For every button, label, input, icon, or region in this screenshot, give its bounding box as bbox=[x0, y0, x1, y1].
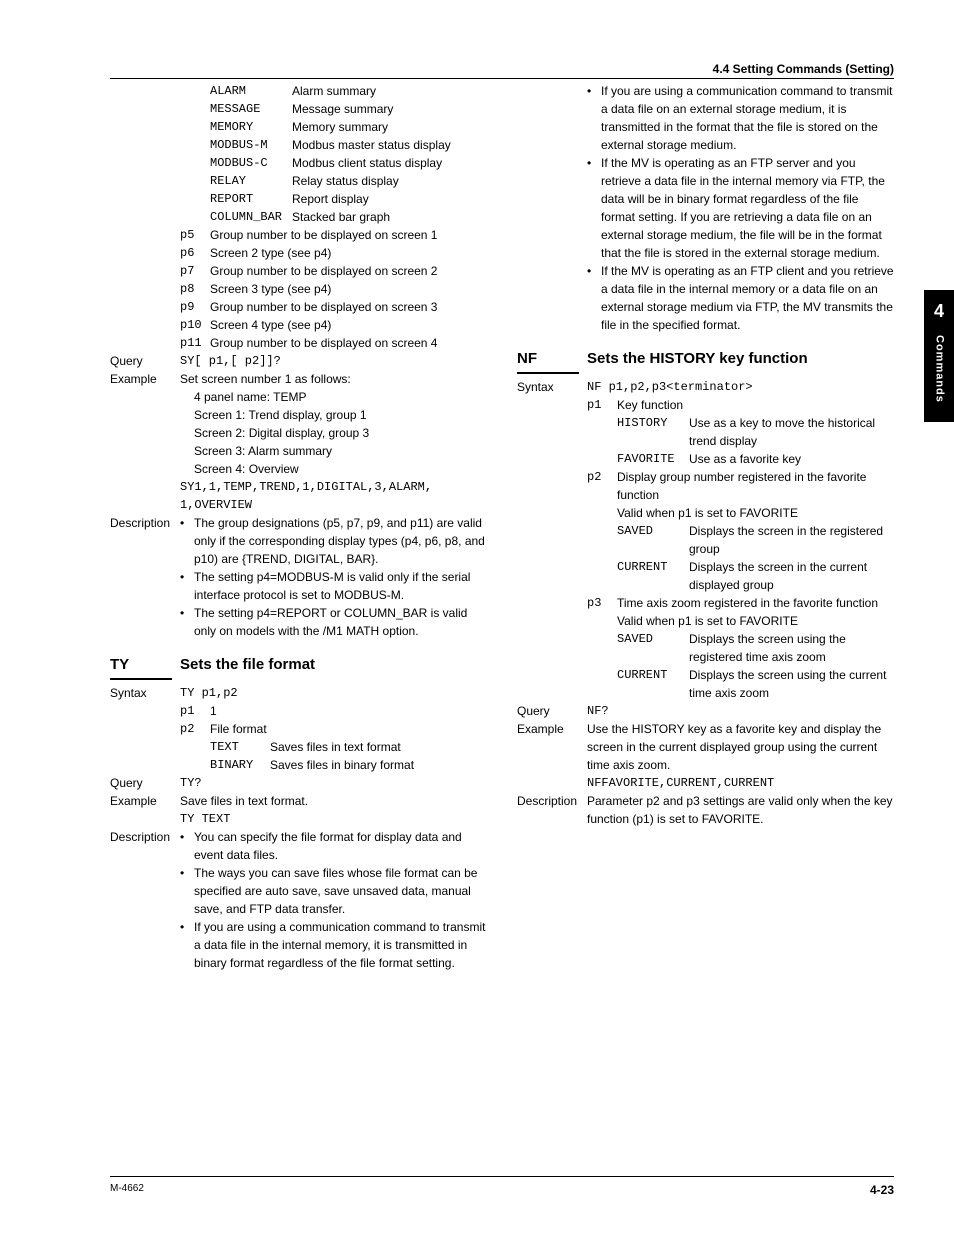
param-option: MODBUS-CModbus client status display bbox=[210, 154, 487, 172]
query-label: Query bbox=[517, 702, 587, 720]
param-option: REPORTReport display bbox=[210, 190, 487, 208]
syntax-label: Syntax bbox=[517, 378, 587, 702]
page: 4.4 Setting Commands (Setting) 4 Command… bbox=[0, 0, 954, 1235]
syntax-body: NF p1,p2,p3<terminator> p1Key function H… bbox=[587, 378, 894, 702]
param-row: p10Screen 4 type (see p4) bbox=[180, 316, 487, 334]
syntax-label: Syntax bbox=[110, 684, 180, 774]
param-row: p5Group number to be displayed on screen… bbox=[180, 226, 487, 244]
page-footer: M-4662 4-23 bbox=[110, 1176, 894, 1199]
example-body: Save files in text format. TY TEXT bbox=[180, 792, 487, 828]
doc-id: M-4662 bbox=[110, 1181, 144, 1199]
query-body: NF? bbox=[587, 702, 894, 720]
description-body: Parameter p2 and p3 settings are valid o… bbox=[587, 792, 894, 828]
continued-description: •If you are using a communication comman… bbox=[587, 82, 894, 334]
query-body: TY? bbox=[180, 774, 487, 792]
param-row: p6Screen 2 type (see p4) bbox=[180, 244, 487, 262]
example-label: Example bbox=[517, 720, 587, 792]
page-number: 4-23 bbox=[870, 1181, 894, 1199]
example-body: Use the HISTORY key as a favorite key an… bbox=[587, 720, 894, 792]
param-row: p9Group number to be displayed on screen… bbox=[180, 298, 487, 316]
param-option: ALARMAlarm summary bbox=[210, 82, 487, 100]
right-column: •If you are using a communication comman… bbox=[517, 82, 894, 1175]
example-label: Example bbox=[110, 792, 180, 828]
header-rule bbox=[110, 78, 894, 79]
syntax-body: TY p1,p2 p11 p2File format TEXTSaves fil… bbox=[180, 684, 487, 774]
param-option: COLUMN_BARStacked bar graph bbox=[210, 208, 487, 226]
param-row: p8Screen 3 type (see p4) bbox=[180, 280, 487, 298]
command-heading-nf: NF Sets the HISTORY key function bbox=[517, 348, 894, 374]
chapter-tab: 4 Commands bbox=[924, 290, 954, 422]
param-row: p7Group number to be displayed on screen… bbox=[180, 262, 487, 280]
param-option: MODBUS-MModbus master status display bbox=[210, 136, 487, 154]
param-option: MESSAGEMessage summary bbox=[210, 100, 487, 118]
example-body: Set screen number 1 as follows: 4 panel … bbox=[180, 370, 487, 514]
description-label: Description bbox=[110, 514, 180, 640]
description-body: •The group designations (p5, p7, p9, and… bbox=[180, 514, 487, 640]
chapter-label: Commands bbox=[931, 335, 948, 403]
description-body: •You can specify the file format for dis… bbox=[180, 828, 487, 972]
param-option: MEMORYMemory summary bbox=[210, 118, 487, 136]
section-header: 4.4 Setting Commands (Setting) bbox=[713, 60, 894, 78]
param-row: p11Group number to be displayed on scree… bbox=[180, 334, 487, 352]
command-heading-ty: TY Sets the file format bbox=[110, 654, 487, 680]
param-option: RELAYRelay status display bbox=[210, 172, 487, 190]
description-label: Description bbox=[110, 828, 180, 972]
description-label: Description bbox=[517, 792, 587, 828]
chapter-number: 4 bbox=[924, 298, 954, 325]
left-column: ALARMAlarm summary MESSAGEMessage summar… bbox=[110, 82, 487, 1175]
example-label: Example bbox=[110, 370, 180, 514]
query-syntax: SY[ p1,[ p2]]? bbox=[180, 352, 487, 370]
query-label: Query bbox=[110, 774, 180, 792]
query-label: Query bbox=[110, 352, 180, 370]
